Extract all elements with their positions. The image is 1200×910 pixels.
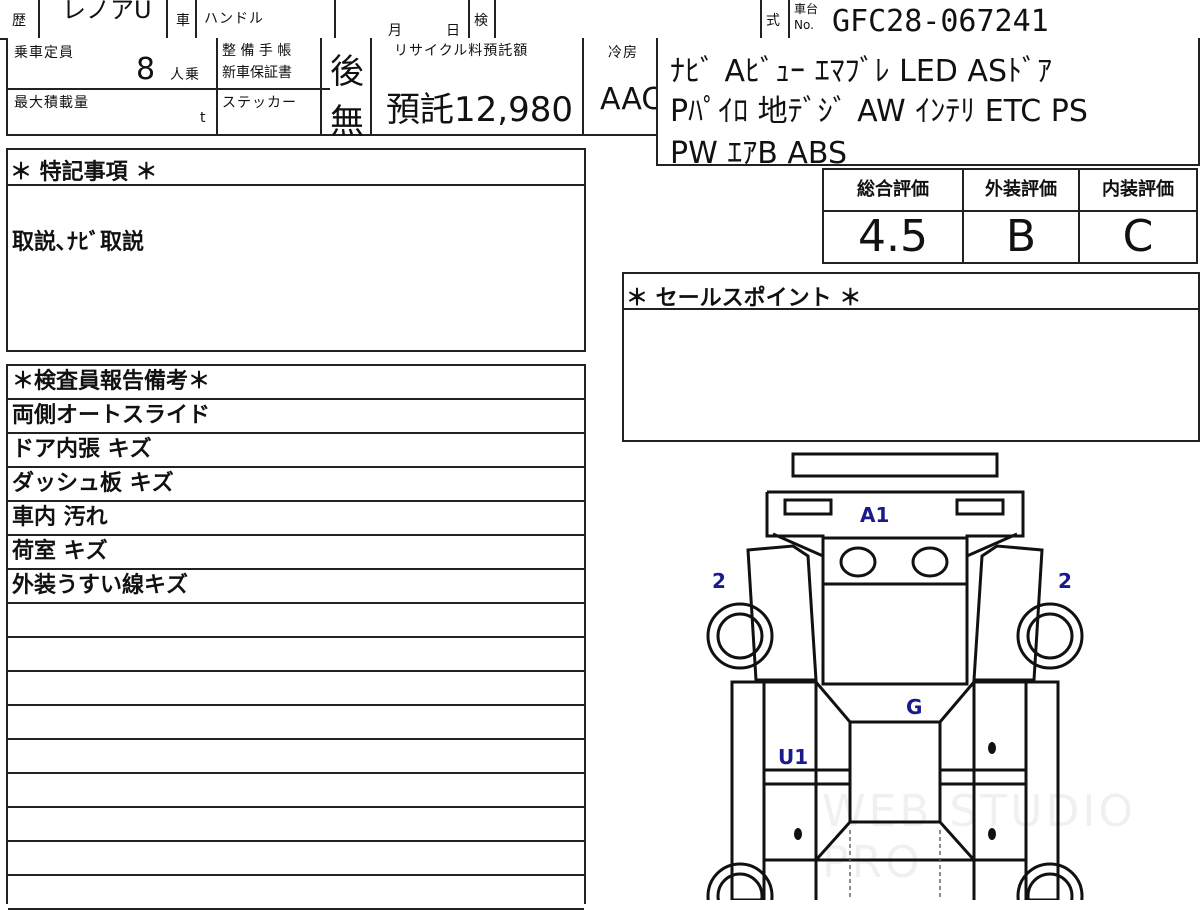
exterior-grade-value: B xyxy=(1005,211,1037,262)
history-label: 歴 xyxy=(12,13,27,29)
exterior-grade: 外装評価 B xyxy=(964,170,1080,262)
capacity-unit: 人乗 xyxy=(170,67,200,83)
type-label: 式 xyxy=(766,13,781,29)
exterior-grade-label: 外装評価 xyxy=(964,170,1078,212)
report-row: 両側オートスライド xyxy=(8,400,584,434)
mark-floor: G xyxy=(906,695,922,719)
right-door-handle-front xyxy=(988,742,996,754)
front-bumper xyxy=(791,452,999,478)
max-load-label: 最大積載量 xyxy=(14,95,89,111)
right-fender xyxy=(972,544,1044,682)
right-headlight xyxy=(955,498,1005,516)
maint-label-2: 新車保証書 xyxy=(222,65,292,81)
ac-value: AAC xyxy=(600,82,663,117)
cabin-front xyxy=(764,680,1026,724)
report-row: 車内 汚れ xyxy=(8,502,584,536)
month-label: 月 xyxy=(388,23,403,39)
maint-label-1: 整 備 手 帳 xyxy=(222,43,292,59)
report-row: 外装うすい線キズ xyxy=(8,570,584,604)
equipment-box: ﾅﾋﾞ Aﾋﾞｭｰ ｴﾏﾌﾞﾚ LED ASﾄﾞｱ Pﾊﾟｲﾛ 地ﾃﾞｼﾞ AW… xyxy=(656,38,1200,171)
inspector-report-box: ＊検査員報告備考＊ 両側オートスライド ドア内張 キズ ダッシュ板 キズ 車内 … xyxy=(6,364,586,910)
overall-grade-label: 総合評価 xyxy=(824,170,962,212)
sticker-label: ステッカー xyxy=(222,95,297,111)
sales-points-box: ＊ セールスポイント ＊ xyxy=(622,272,1200,442)
report-row: 荷室 キズ xyxy=(8,536,584,570)
maint-value: 後 xyxy=(330,52,364,92)
mark-left-fender: 2 xyxy=(712,569,726,593)
sticker-value: 無 xyxy=(330,102,364,142)
ac-label: 冷房 xyxy=(608,45,638,61)
recycle-label: リサイクル料預託額 xyxy=(394,43,529,59)
equipment-line-1: ﾅﾋﾞ Aﾋﾞｭｰ ｴﾏﾌﾞﾚ LED ASﾄﾞｱ xyxy=(670,54,1053,89)
car-label: 車 xyxy=(176,13,191,29)
handle-label: ハンドル xyxy=(204,11,264,27)
equipment-line-3: PW ｴｱB ABS xyxy=(670,136,848,171)
capacity-value: 8 xyxy=(136,52,156,87)
report-row xyxy=(8,638,584,672)
mark-right-fender: 2 xyxy=(1058,569,1072,593)
report-row xyxy=(8,672,584,706)
hood-outline xyxy=(765,490,1025,559)
report-row xyxy=(8,604,584,638)
overall-grade: 総合評価 4.5 xyxy=(824,170,964,262)
capacity-label: 乗車定員 xyxy=(14,45,74,61)
left-fender xyxy=(746,544,818,682)
special-notes-box: ＊ 特記事項 ＊ 取説､ﾅﾋﾞ取説 xyxy=(6,148,586,352)
report-row: ドア内張 キズ xyxy=(8,434,584,468)
max-load-unit: t xyxy=(200,110,207,126)
chassis-label-2: No. xyxy=(794,18,814,32)
report-row xyxy=(8,706,584,740)
car-diagram: A1 2 2 G U1 xyxy=(706,452,1084,900)
interior-grade: 内装評価 C xyxy=(1080,170,1196,262)
report-row xyxy=(8,774,584,808)
report-row xyxy=(8,842,584,876)
mark-front: A1 xyxy=(860,503,889,527)
right-side-panel xyxy=(1024,680,1060,900)
chassis-label-1: 車台 xyxy=(794,2,819,16)
recycle-value: 預託12,980 xyxy=(386,90,573,130)
report-row xyxy=(8,876,584,910)
left-headlight xyxy=(783,498,833,516)
left-side-panel xyxy=(730,680,766,900)
special-notes-text: 取説､ﾅﾋﾞ取説 xyxy=(12,230,145,255)
report-row: ダッシュ板 キズ xyxy=(8,468,584,502)
inspector-report-title: ＊検査員報告備考＊ xyxy=(8,366,584,400)
special-notes-title: ＊ 特記事項 ＊ xyxy=(10,160,158,185)
report-row xyxy=(8,808,584,842)
chassis-number: GFC28-067241 xyxy=(832,4,1049,39)
roof xyxy=(848,720,942,824)
model-fragment: レノアU xyxy=(62,0,152,24)
spec-table: 乗車定員 8 人乗 最大積載量 t 整 備 手 帳 新車保証書 ステッカー 後 … xyxy=(6,38,662,142)
interior-grade-value: C xyxy=(1122,211,1154,262)
equipment-line-2: Pﾊﾟｲﾛ 地ﾃﾞｼﾞ AW ｲﾝﾃﾘ ETC PS xyxy=(670,94,1088,129)
report-row xyxy=(8,740,584,774)
grades-box: 総合評価 4.5 外装評価 B 内装評価 C xyxy=(822,168,1198,264)
inspection-label: 検 xyxy=(474,13,489,29)
top-strip: 歴 レノアU 車 ハンドル 月 日 検 式 車台 No. GFC28-06724… xyxy=(0,0,1200,40)
left-door-handle xyxy=(794,828,802,840)
right-door-handle-rear xyxy=(988,828,996,840)
mark-left-pillar: U1 xyxy=(778,745,808,769)
day-label: 日 xyxy=(446,23,461,39)
overall-grade-value: 4.5 xyxy=(858,211,928,262)
interior-grade-label: 内装評価 xyxy=(1080,170,1196,212)
